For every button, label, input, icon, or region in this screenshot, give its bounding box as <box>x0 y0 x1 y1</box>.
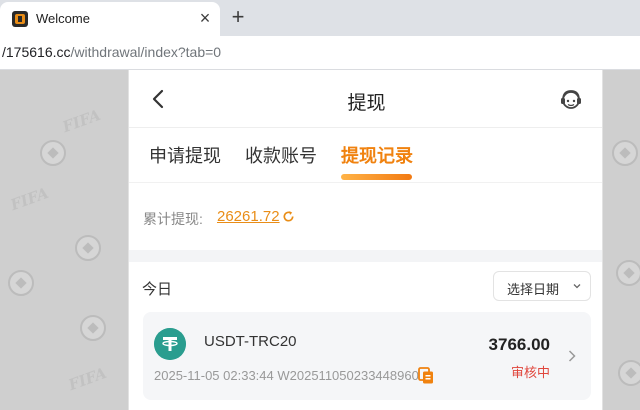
tab-withdrawal-records[interactable]: 提现记录 <box>341 142 413 168</box>
tab-apply-withdrawal[interactable]: 申请提现 <box>149 142 221 168</box>
date-picker-button[interactable]: 选择日期 <box>493 271 591 301</box>
page-title: 提现 <box>347 93 386 114</box>
withdrawal-record[interactable]: USDT-TRC20 3766.00 审核中 2025-11-05 02:33:… <box>143 312 591 400</box>
football-icon <box>80 315 106 341</box>
browser-tabstrip: Welcome × + <box>0 0 640 36</box>
coin-name: USDT-TRC20 <box>204 333 297 350</box>
date-picker-label: 选择日期 <box>507 282 560 297</box>
football-icon <box>618 360 640 386</box>
football-icon <box>40 140 66 166</box>
status-badge: 审核中 <box>510 365 550 380</box>
customer-service-icon[interactable] <box>558 87 584 113</box>
total-withdrawal-label: 累计提现: <box>143 211 203 227</box>
withdrawal-tabs: 申请提现 收款账号 提现记录 <box>129 128 602 182</box>
day-group-label: 今日 <box>142 281 173 298</box>
withdrawal-panel: 提现 申请提现 收款账号 提现记录 累计提现: 26261.72 今日 选择日期… <box>128 70 603 410</box>
browser-tab-title: Welcome <box>36 11 90 26</box>
copy-icon[interactable] <box>418 367 434 384</box>
active-tab-indicator <box>341 174 412 180</box>
withdrawal-amount: 3766.00 <box>488 335 550 354</box>
url-host: /175616.cc <box>2 44 71 60</box>
page-header: 提现 <box>129 70 602 128</box>
address-bar[interactable]: /175616.cc/withdrawal/index?tab=0 <box>0 36 640 70</box>
withdrawal-records: 今日 选择日期 USDT-TRC20 3766.00 审核中 2025-11-0… <box>129 262 602 410</box>
football-icon <box>75 235 101 261</box>
total-withdrawal-summary: 累计提现: 26261.72 <box>129 182 602 250</box>
new-tab-button[interactable]: + <box>226 5 250 29</box>
football-icon <box>612 140 638 166</box>
chevron-down-icon <box>573 284 581 289</box>
tab-payment-accounts[interactable]: 收款账号 <box>245 142 317 168</box>
fifa-logo-icon: FIFA <box>8 183 51 215</box>
fifa-logo-icon: FIFA <box>66 363 109 395</box>
url-path: /withdrawal/index?tab=0 <box>70 44 222 60</box>
site-favicon-icon <box>12 11 28 27</box>
chevron-right-icon <box>568 350 576 362</box>
football-icon <box>616 260 640 286</box>
record-time-and-id: 2025-11-05 02:33:44 W202511050233448960 <box>154 368 419 383</box>
close-tab-icon[interactable]: × <box>195 8 215 28</box>
refresh-icon[interactable] <box>282 210 295 223</box>
total-withdrawal-value: 26261.72 <box>217 208 280 225</box>
browser-tab[interactable]: Welcome × <box>0 2 220 36</box>
url-text[interactable]: /175616.cc/withdrawal/index?tab=0 <box>2 44 221 60</box>
football-icon <box>8 270 34 296</box>
fifa-logo-icon: FIFA <box>60 105 103 137</box>
tether-coin-icon <box>154 328 186 360</box>
page-viewport: FIFA FIFA FIFA 提现 申请提现 收款账号 提现记录 累计提现: 2… <box>0 70 640 410</box>
